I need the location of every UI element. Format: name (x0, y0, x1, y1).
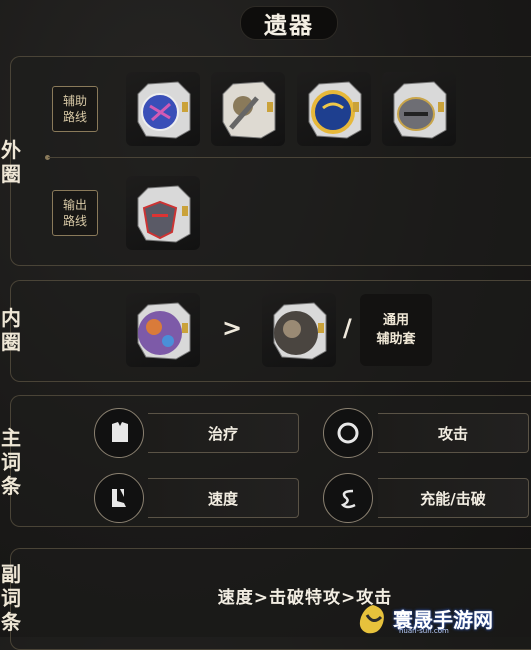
main-stat-rope: 充能/击破 (378, 478, 529, 518)
ring-icon (323, 408, 373, 458)
relic-mask-icon (137, 185, 191, 243)
planar-relic-item[interactable] (262, 293, 336, 367)
planar-sphere-icon (137, 302, 191, 360)
greater-than-symbol: > (222, 314, 243, 342)
support-route-label: 辅助 路线 (52, 86, 98, 132)
page-title: 遗器 (240, 6, 338, 40)
generic-support-set[interactable]: 通用 辅助套 (360, 294, 432, 366)
inner-label: 内 圈 (1, 306, 21, 354)
site-watermark: 寰晟手游网 huan-sun.com (353, 600, 531, 637)
relic-orb-icon (308, 81, 362, 139)
relic-item[interactable] (297, 72, 371, 146)
relic-item[interactable] (126, 176, 200, 250)
boots-icon (94, 473, 144, 523)
relic-item[interactable] (211, 72, 285, 146)
planar-relic-item[interactable] (126, 293, 200, 367)
slash-symbol: / (343, 314, 352, 342)
outer-divider (48, 157, 531, 158)
body-armor-icon (94, 408, 144, 458)
relic-item[interactable] (126, 72, 200, 146)
relic-helmet-icon (137, 81, 191, 139)
planar-sphere-icon (273, 302, 327, 360)
relic-knight-helm-icon (393, 81, 447, 139)
sub-stats-label: 副 词 条 (1, 562, 21, 634)
relic-sword-icon (222, 81, 276, 139)
watermark-logo-icon (359, 604, 384, 633)
rope-icon (323, 473, 373, 523)
outer-label: 外 圈 (1, 138, 21, 186)
main-stat-feet: 速度 (148, 478, 299, 518)
relic-item[interactable] (382, 72, 456, 146)
main-stats-label: 主 词 条 (1, 426, 21, 498)
watermark-url: huan-sun.com (399, 627, 449, 635)
main-stat-body: 治疗 (148, 413, 299, 453)
dps-route-label: 输出 路线 (52, 190, 98, 236)
main-stat-sphere: 攻击 (378, 413, 529, 453)
